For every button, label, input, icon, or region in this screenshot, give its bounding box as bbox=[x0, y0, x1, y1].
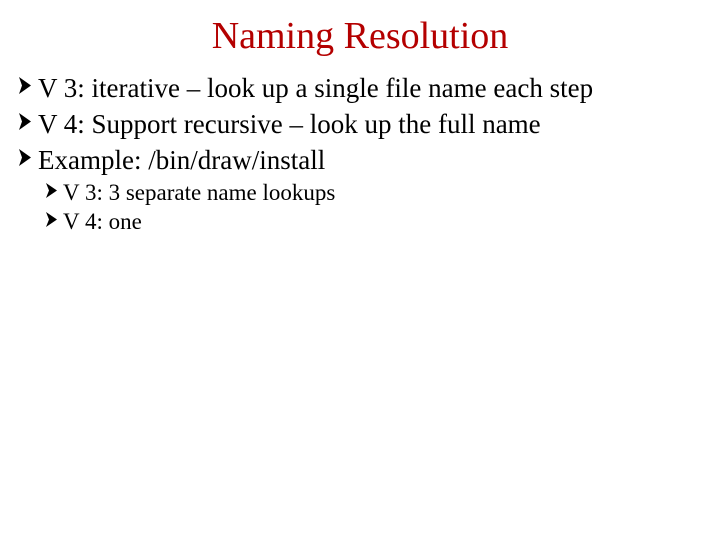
bullet-list-level1: V 3: iterative – look up a single file n… bbox=[10, 72, 710, 177]
chevron-right-icon bbox=[16, 144, 36, 178]
list-item: V 3: iterative – look up a single file n… bbox=[16, 72, 706, 106]
list-item-text: Example: /bin/draw/install bbox=[38, 144, 706, 178]
list-item: V 4: one bbox=[44, 208, 706, 237]
list-item: V 3: 3 separate name lookups bbox=[44, 179, 706, 208]
list-item-text: V 3: iterative – look up a single file n… bbox=[38, 72, 706, 106]
list-item-text: V 4: one bbox=[63, 208, 706, 237]
chevron-right-icon bbox=[16, 72, 36, 106]
list-item-text: V 3: 3 separate name lookups bbox=[63, 179, 706, 208]
chevron-right-icon bbox=[16, 108, 36, 142]
bullet-list-level2: V 3: 3 separate name lookups V 4: one bbox=[10, 179, 710, 237]
chevron-right-icon bbox=[44, 208, 61, 237]
chevron-right-icon bbox=[44, 179, 61, 208]
list-item: V 4: Support recursive – look up the ful… bbox=[16, 108, 706, 142]
slide: Naming Resolution V 3: iterative – look … bbox=[0, 0, 720, 540]
list-item-text: V 4: Support recursive – look up the ful… bbox=[38, 108, 706, 142]
slide-title: Naming Resolution bbox=[10, 14, 710, 58]
list-item: Example: /bin/draw/install bbox=[16, 144, 706, 178]
